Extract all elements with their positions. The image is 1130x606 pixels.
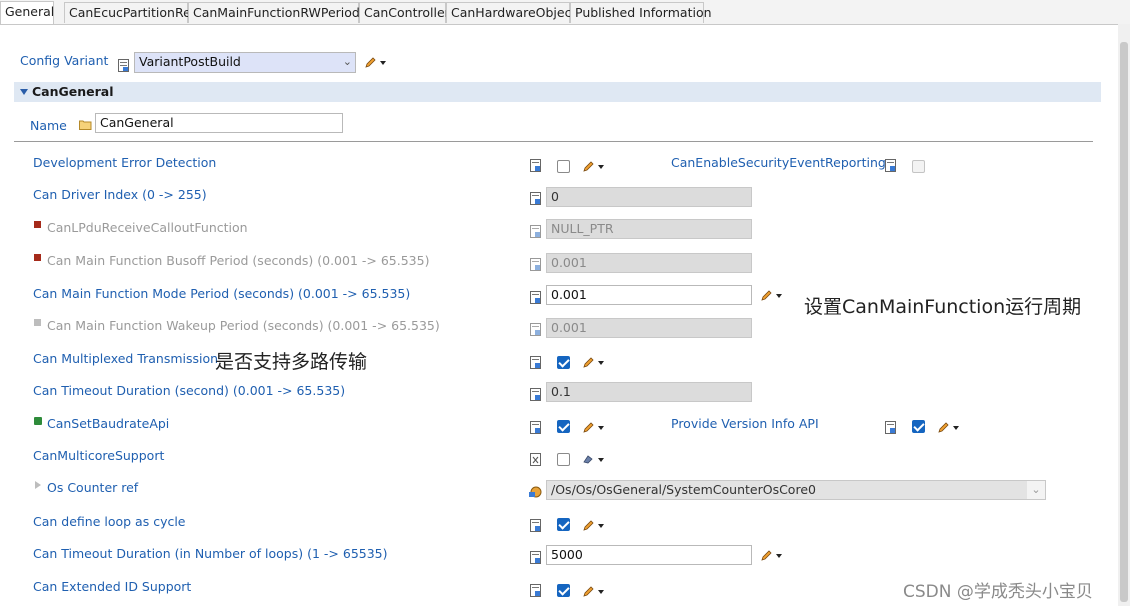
timeout-loops-input[interactable]: 5000 (546, 545, 752, 565)
link-icon[interactable] (582, 453, 604, 465)
wakeup-period-label: Can Main Function Wakeup Period (seconds… (47, 318, 440, 333)
multiplexed-note: 是否支持多路传输 (215, 351, 368, 373)
busoff-period-value: 0.001 (551, 255, 587, 270)
watermark: CSDN @学成秃头小宝贝 (903, 582, 1093, 602)
security-event-label: CanEnableSecurityEventReporting (671, 155, 886, 170)
driver-index-value: 0 (551, 189, 559, 204)
green-marker-icon (34, 417, 42, 425)
name-input-value: CanGeneral (100, 115, 174, 130)
config-doc-icon (530, 225, 541, 238)
config-variant-value: VariantPostBuild (139, 54, 241, 69)
version-info-checkbox[interactable] (912, 420, 925, 433)
config-doc-icon (530, 323, 541, 336)
vertical-scrollbar[interactable] (1118, 24, 1130, 606)
extended-id-label: Can Extended ID Support (33, 579, 192, 594)
gray-marker-icon (34, 319, 41, 326)
tab-general[interactable]: General (0, 1, 54, 24)
tab-canecucpartitionref[interactable]: CanEcucPartitionRef (64, 2, 195, 23)
pencil-icon[interactable] (937, 421, 959, 433)
config-doc-icon (530, 388, 541, 401)
multicore-checkbox[interactable] (557, 453, 570, 466)
security-event-checkbox[interactable] (912, 160, 925, 173)
os-counter-label: Os Counter ref (47, 480, 139, 495)
pencil-icon[interactable] (364, 56, 386, 68)
timeout-loops-label: Can Timeout Duration (in Number of loops… (33, 546, 388, 561)
link-icon (529, 486, 542, 498)
multiplexed-checkbox[interactable] (557, 356, 570, 369)
config-doc-icon (530, 291, 541, 304)
config-variant-select[interactable]: VariantPostBuild ⌄ (134, 52, 356, 73)
divider (14, 141, 1093, 142)
tab-published-information[interactable]: Published Information (570, 2, 712, 23)
wakeup-period-value: 0.001 (551, 320, 587, 335)
mode-period-label: Can Main Function Mode Period (seconds) … (33, 286, 411, 301)
config-doc-icon (530, 192, 541, 205)
config-doc-icon (530, 584, 541, 597)
scrollbar-thumb[interactable] (1120, 42, 1128, 602)
timeout-loops-value: 5000 (551, 547, 583, 562)
set-baudrate-label: CanSetBaudrateApi (47, 416, 170, 431)
wakeup-period-field: 0.001 (546, 318, 752, 338)
set-baudrate-checkbox[interactable] (557, 420, 570, 433)
pencil-icon[interactable] (582, 421, 604, 433)
timeout-sec-field[interactable]: 0.1 (546, 382, 752, 402)
loop-cycle-label: Can define loop as cycle (33, 514, 186, 529)
section-title: CanGeneral (32, 84, 114, 99)
red-marker-icon (34, 254, 41, 261)
mode-period-input[interactable]: 0.001 (546, 285, 752, 305)
driver-index-label: Can Driver Index (0 -> 255) (33, 187, 207, 202)
dev-error-label: Development Error Detection (33, 155, 217, 170)
red-marker-icon (34, 221, 41, 228)
folder-icon (79, 120, 92, 130)
timeout-sec-value: 0.1 (551, 384, 571, 399)
extended-id-checkbox[interactable] (557, 584, 570, 597)
section-cangeneral[interactable]: CanGeneral (14, 82, 1101, 102)
loop-cycle-checkbox[interactable] (557, 518, 570, 531)
os-counter-value: /Os/Os/OsGeneral/SystemCounterOsCore0 (551, 482, 816, 497)
pencil-icon[interactable] (582, 585, 604, 597)
pencil-icon[interactable] (582, 160, 604, 172)
expand-arrow-icon (20, 89, 28, 95)
mode-period-note: 设置CanMainFunction运行周期 (804, 296, 1082, 318)
config-doc-icon (530, 453, 541, 466)
config-variant-label: Config Variant (20, 53, 109, 68)
chevron-down-icon: ⌄ (342, 55, 352, 68)
config-doc-icon (885, 421, 896, 434)
name-input[interactable]: CanGeneral (95, 113, 343, 133)
config-doc-icon (118, 59, 129, 72)
dev-error-checkbox[interactable] (557, 160, 570, 173)
pencil-icon[interactable] (582, 519, 604, 531)
tab-canmainfunctionrwperiods[interactable]: CanMainFunctionRWPeriods (188, 2, 366, 23)
busoff-period-field: 0.001 (546, 253, 752, 273)
tab-canhardwareobject[interactable]: CanHardwareObject (446, 2, 576, 23)
multicore-label: CanMulticoreSupport (33, 448, 165, 463)
lpdu-callout-field: NULL_PTR (546, 219, 752, 239)
config-doc-icon (530, 159, 541, 172)
config-doc-icon (530, 356, 541, 369)
timeout-sec-label: Can Timeout Duration (second) (0.001 -> … (33, 383, 346, 398)
pencil-icon[interactable] (760, 289, 782, 301)
busoff-period-label: Can Main Function Busoff Period (seconds… (47, 253, 430, 268)
chevron-down-icon: ⌄ (1027, 481, 1045, 499)
lpdu-callout-value: NULL_PTR (551, 221, 614, 236)
config-doc-icon (885, 159, 896, 172)
mode-period-value: 0.001 (551, 287, 587, 302)
config-doc-icon (530, 551, 541, 564)
lpdu-callout-label: CanLPduReceiveCalloutFunction (47, 220, 248, 235)
driver-index-field[interactable]: 0 (546, 187, 752, 207)
pencil-icon[interactable] (760, 549, 782, 561)
version-info-label: Provide Version Info API (671, 416, 819, 431)
config-doc-icon (530, 258, 541, 271)
tab-bar: General CanEcucPartitionRef CanMainFunct… (0, 0, 1130, 25)
os-counter-select[interactable]: /Os/Os/OsGeneral/SystemCounterOsCore0 ⌄ (546, 480, 1046, 500)
tab-cancontroller[interactable]: CanController (359, 2, 450, 23)
name-label: Name (30, 118, 67, 133)
expand-arrow-icon (35, 481, 41, 489)
config-doc-icon (530, 421, 541, 434)
pencil-icon[interactable] (582, 356, 604, 368)
config-doc-icon (530, 519, 541, 532)
multiplexed-label: Can Multiplexed Transmission (33, 351, 219, 366)
